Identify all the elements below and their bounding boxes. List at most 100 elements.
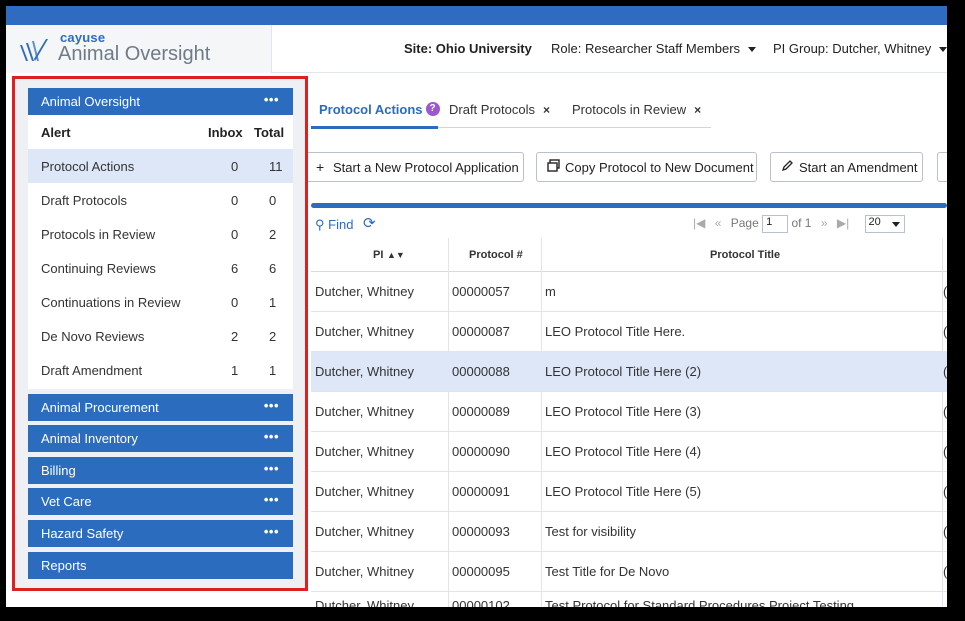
sidebar-section-animal-procurement[interactable]: Animal Procurement ••• <box>28 394 293 421</box>
tab-label: Protocols in Review <box>572 102 687 117</box>
next-page-icon[interactable]: » <box>821 216 828 230</box>
more-options-icon[interactable]: ••• <box>264 92 279 107</box>
protocol-title-cell: LEO Protocol Title Here (3) <box>545 404 702 419</box>
more-actions-button[interactable] <box>937 152 947 182</box>
close-icon[interactable]: × <box>543 103 550 117</box>
search-icon: ⚲ <box>315 217 325 232</box>
sort-icon[interactable]: ▲▼ <box>387 250 405 260</box>
start-new-protocol-button[interactable]: + Start a New Protocol Application <box>305 152 524 182</box>
protocol-number-cell: 00000095 <box>452 564 510 579</box>
logo[interactable]: cayuse Animal Oversight <box>6 25 272 73</box>
header-label: PI <box>373 249 384 261</box>
more-options-icon[interactable]: ••• <box>264 524 279 539</box>
tab-draft-protocols[interactable]: Draft Protocols × <box>449 102 550 117</box>
truncated-cell: ( <box>943 284 947 299</box>
tab-protocols-in-review[interactable]: Protocols in Review × <box>572 102 701 117</box>
pi-cell: Dutcher, Whitney <box>315 564 414 579</box>
sidebar-section-animal-oversight[interactable]: Animal Oversight ••• <box>28 88 293 115</box>
sidebar-item-draft-amendment[interactable]: Draft Amendment 1 1 <box>28 353 293 387</box>
column-header-protocol-no[interactable]: Protocol # <box>448 238 541 272</box>
role-dropdown[interactable]: Role: Researcher Staff Members <box>551 41 757 56</box>
chevron-down-icon <box>939 47 947 53</box>
sidebar-section-vet-care[interactable]: Vet Care ••• <box>28 488 293 515</box>
protocol-number-cell: 00000088 <box>452 364 510 379</box>
page-input[interactable]: 1 <box>762 215 789 233</box>
table-row[interactable]: Dutcher, Whitney 00000093 Test for visib… <box>311 512 947 552</box>
section-label: Reports <box>41 558 87 573</box>
sidebar-section-hazard-safety[interactable]: Hazard Safety ••• <box>28 520 293 547</box>
pi-cell: Dutcher, Whitney <box>315 324 414 339</box>
table-row[interactable]: Dutcher, Whitney 00000091 LEO Protocol T… <box>311 472 947 512</box>
table-row[interactable]: Dutcher, Whitney 00000087 LEO Protocol T… <box>311 312 947 352</box>
truncated-cell: ( <box>943 524 947 539</box>
inbox-count: 6 <box>231 261 239 276</box>
page-size-select[interactable]: 20 <box>864 215 905 233</box>
tab-label: Protocol Actions <box>319 102 423 117</box>
active-tab-indicator <box>311 126 438 129</box>
more-options-icon[interactable]: ••• <box>264 461 279 476</box>
header: cayuse Animal Oversight Site: Ohio Unive… <box>6 25 947 73</box>
more-options-icon[interactable]: ••• <box>264 398 279 413</box>
sidebar-item-protocol-actions[interactable]: Protocol Actions 0 11 <box>28 149 293 183</box>
copy-icon <box>547 159 560 175</box>
sidebar-section-animal-inventory[interactable]: Animal Inventory ••• <box>28 425 293 452</box>
table-row[interactable]: Dutcher, Whitney 00000090 LEO Protocol T… <box>311 432 947 472</box>
total-count: 2 <box>269 227 277 242</box>
protocol-title-cell: Test Title for De Novo <box>545 564 670 579</box>
more-options-icon[interactable]: ••• <box>264 429 279 444</box>
table-row[interactable]: Dutcher, Whitney 00000057 m ( <box>311 272 947 312</box>
last-page-icon[interactable]: ▶| <box>837 216 849 230</box>
app-window: cayuse Animal Oversight Site: Ohio Unive… <box>6 6 947 607</box>
column-header-pi[interactable]: PI ▲▼ <box>311 238 448 272</box>
protocol-title-cell: Test for visibility <box>545 524 637 539</box>
list-item-label: Protocol Actions <box>41 159 135 174</box>
total-count: 11 <box>269 159 283 174</box>
protocol-number-cell: 00000087 <box>452 324 510 339</box>
list-item-label: Protocols in Review <box>41 227 156 242</box>
pi-cell: Dutcher, Whitney <box>315 524 414 539</box>
pi-cell: Dutcher, Whitney <box>315 284 414 299</box>
first-page-icon[interactable]: |◀ <box>693 216 705 230</box>
sidebar-item-draft-protocols[interactable]: Draft Protocols 0 0 <box>28 183 293 217</box>
protocol-number-cell: 00000057 <box>452 284 510 299</box>
pi-group-dropdown[interactable]: PI Group: Dutcher, Whitney <box>773 41 947 56</box>
sidebar-item-continuing-reviews[interactable]: Continuing Reviews 6 6 <box>28 251 293 285</box>
find-button[interactable]: ⚲ Find <box>315 217 353 233</box>
help-icon[interactable]: ? <box>425 102 440 116</box>
prev-page-icon[interactable]: « <box>715 216 722 230</box>
sidebar-section-billing[interactable]: Billing ••• <box>28 457 293 484</box>
refresh-icon[interactable]: ⟳ <box>363 214 376 232</box>
table-row[interactable]: Dutcher, Whitney 00000089 LEO Protocol T… <box>311 392 947 432</box>
pi-cell: Dutcher, Whitney <box>315 598 414 607</box>
table-row[interactable]: Dutcher, Whitney 00000095 Test Title for… <box>311 552 947 592</box>
sidebar-item-protocols-in-review[interactable]: Protocols in Review 0 2 <box>28 217 293 251</box>
total-count: 1 <box>269 295 277 310</box>
pi-cell: Dutcher, Whitney <box>315 364 414 379</box>
cayuse-logo-icon <box>20 39 48 61</box>
table-row[interactable]: Dutcher, Whitney 00000102 Test Protocol … <box>311 592 947 607</box>
close-icon[interactable]: × <box>694 103 701 117</box>
column-header-title[interactable]: Protocol Title <box>541 238 947 272</box>
sidebar-section-reports[interactable]: Reports <box>28 552 293 579</box>
sidebar-item-de-novo-reviews[interactable]: De Novo Reviews 2 2 <box>28 319 293 353</box>
header-label: Protocol Title <box>710 249 781 261</box>
list-item-label: Draft Protocols <box>41 193 127 208</box>
chevron-down-icon <box>748 47 757 53</box>
truncated-cell: ( <box>943 404 947 419</box>
app-name: Animal Oversight <box>58 43 211 65</box>
truncated-cell: ( <box>943 564 947 579</box>
tab-protocol-actions[interactable]: Protocol Actions? <box>319 102 440 117</box>
protocol-grid: PI ▲▼ Protocol # Protocol Title Dutcher,… <box>311 238 947 607</box>
alerts-header: Alert Inbox Total <box>28 115 293 149</box>
sidebar-item-continuations-in-review[interactable]: Continuations in Review 0 1 <box>28 285 293 319</box>
header-label: Protocol # <box>469 249 523 261</box>
table-row[interactable]: Dutcher, Whitney 00000088 LEO Protocol T… <box>311 352 947 392</box>
truncated-cell: ( <box>943 444 947 459</box>
total-col-header: Total <box>254 125 285 140</box>
start-amendment-button[interactable]: Start an Amendment <box>770 152 923 182</box>
inbox-count: 1 <box>231 363 239 378</box>
total-count: 6 <box>269 261 277 276</box>
copy-protocol-button[interactable]: Copy Protocol to New Document <box>536 152 757 182</box>
more-options-icon[interactable]: ••• <box>264 492 279 507</box>
pi-cell: Dutcher, Whitney <box>315 444 414 459</box>
